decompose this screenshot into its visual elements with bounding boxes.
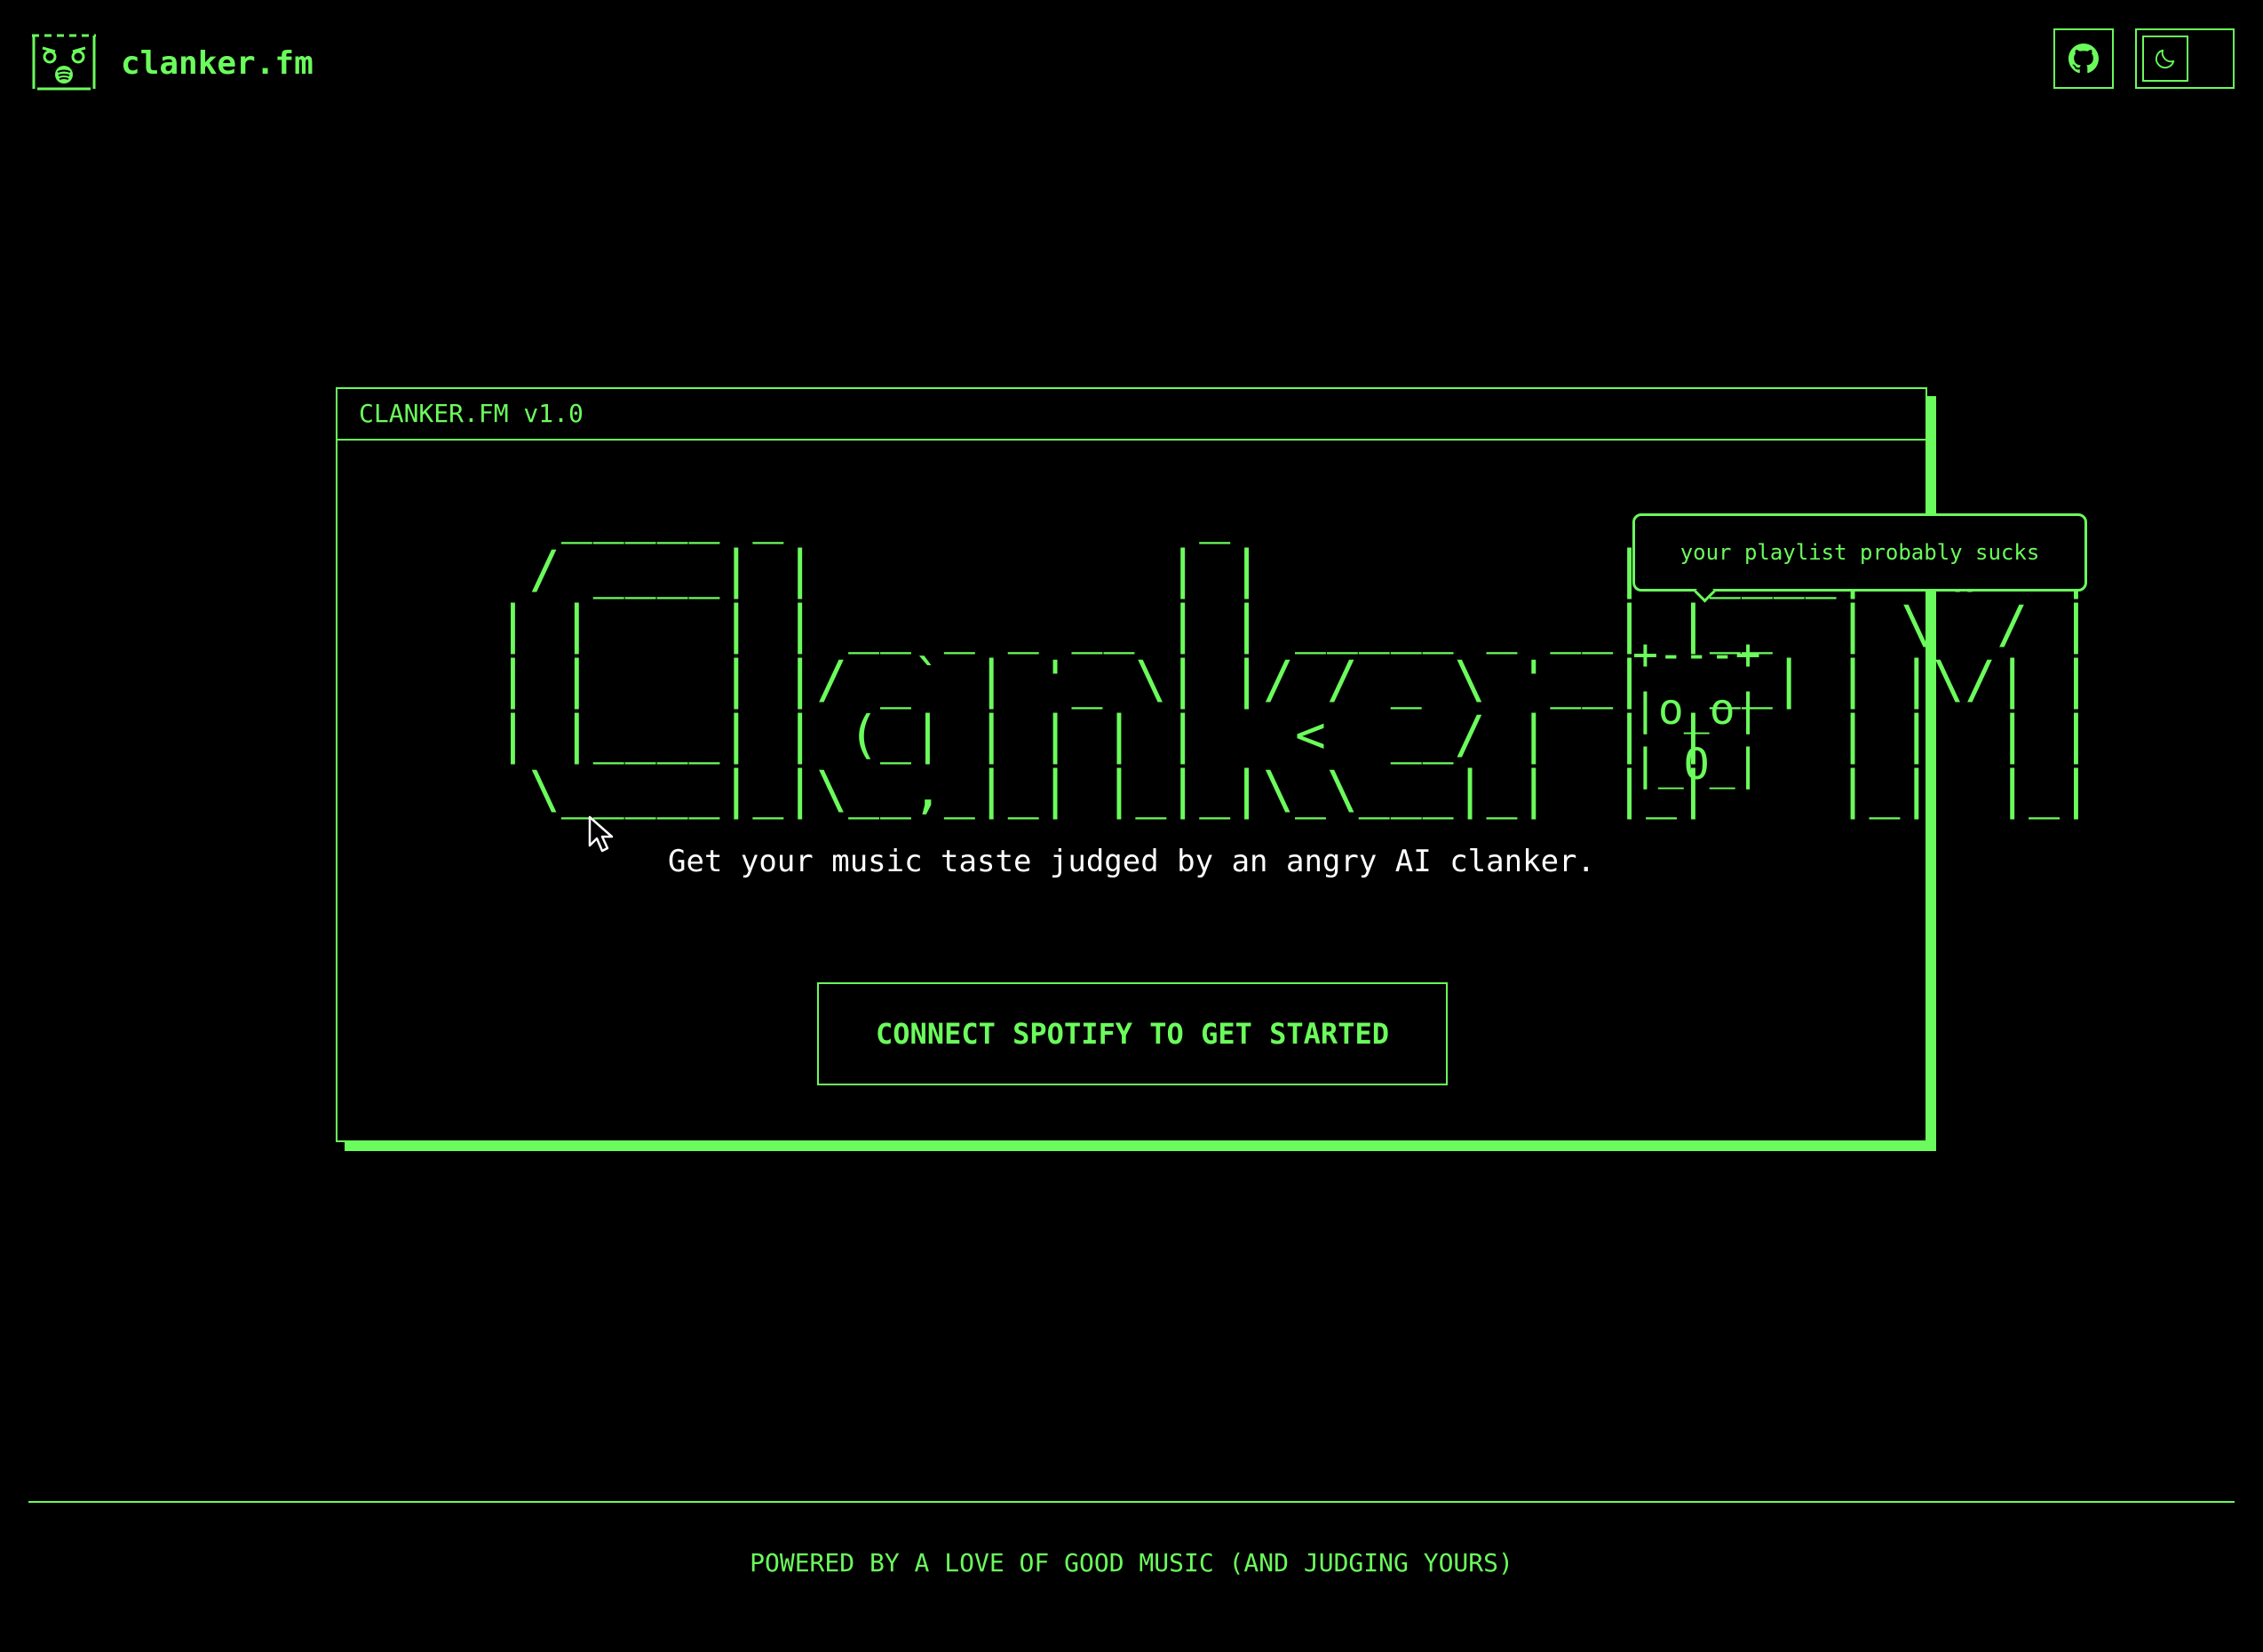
moon-icon	[2155, 49, 2175, 69]
top-bar: clanker.fm	[0, 0, 2263, 124]
main-window: CLANKER.FM v1.0 _____ _ _ ______ __ __ /…	[336, 387, 2092, 1142]
github-button[interactable]	[2053, 28, 2114, 89]
mouse-cursor-icon	[588, 815, 614, 853]
brand-name[interactable]: clanker.fm	[121, 44, 314, 83]
theme-toggle[interactable]	[2135, 28, 2235, 89]
clanker-logo-icon[interactable]	[28, 25, 99, 96]
window-title: CLANKER.FM v1.0	[337, 389, 1926, 441]
theme-toggle-knob	[2142, 36, 2188, 82]
footer-text: POWERED BY A LOVE OF GOOD MUSIC (AND JUD…	[750, 1548, 1513, 1577]
tagline: Get your music taste judged by an angry …	[668, 844, 1595, 879]
github-icon	[2068, 44, 2099, 74]
footer-divider	[28, 1501, 2235, 1503]
connect-spotify-button[interactable]: CONNECT SPOTIFY TO GET STARTED	[817, 982, 1448, 1085]
robot-ascii: +---+ |o_o| |_O_|	[1632, 630, 1761, 790]
speech-bubble: your playlist probably sucks	[1632, 513, 2087, 592]
